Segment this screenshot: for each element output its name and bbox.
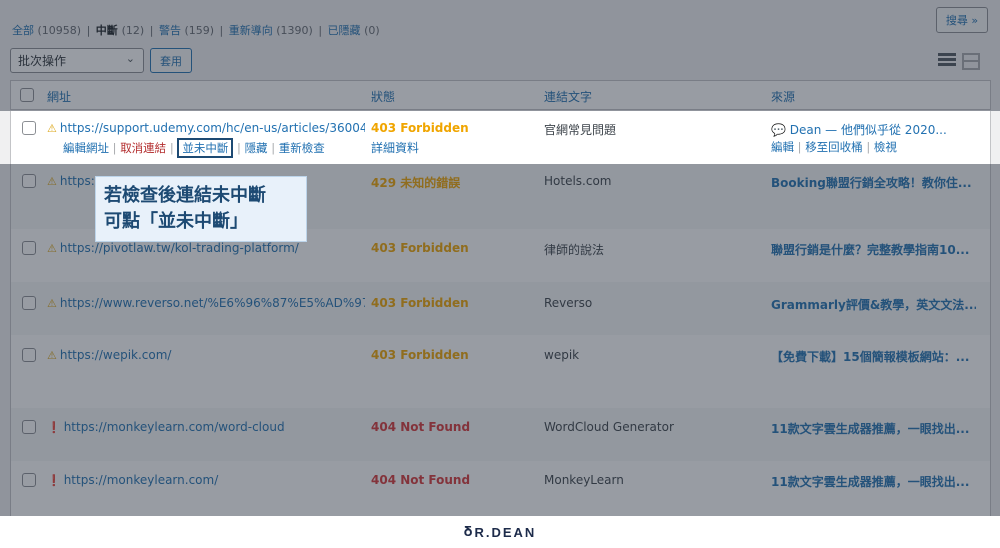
not-broken-link[interactable]: 並未中斷 [177,138,234,158]
source-actions: 編輯 | 移至回收桶 | 檢視 [771,140,897,154]
view-source-link[interactable]: 檢視 [874,140,897,154]
brand-logo-icon: 𝛅 [463,524,473,540]
annotation-callout: 若檢查後連結未中斷 可點「並未中斷」 [95,176,307,242]
dim-overlay-top [0,0,1000,111]
dismiss-link[interactable]: 隱藏 [245,141,268,155]
row-source-link[interactable]: 💬 Dean — 他們似乎從 2020... [771,121,971,138]
footer-watermark: 𝛅 R.DEAN [0,516,1000,548]
edit-url-link[interactable]: 編輯網址 [63,141,109,155]
callout-line-1: 若檢查後連結未中斷 [104,185,266,206]
row-actions: 編輯網址 | 取消連結 | 並未中斷 | 隱藏 | 重新檢查 [63,138,325,158]
unlink-link[interactable]: 取消連結 [120,141,166,155]
warning-icon: ⚠ [47,122,57,135]
recheck-link[interactable]: 重新檢查 [279,141,325,155]
edit-source-link[interactable]: 編輯 [771,140,794,154]
status-details-link[interactable]: 詳細資料 [371,139,419,156]
brand-logo-text: R.DEAN [474,524,537,540]
table-row: ⚠ https://support.udemy.com/hc/en-us/arti… [10,111,991,164]
trash-source-link[interactable]: 移至回收桶 [805,140,863,154]
callout-line-2: 可點「並未中斷」 [104,211,248,232]
row-url-link[interactable]: ⚠ https://support.udemy.com/hc/en-us/arti… [47,121,365,135]
row-link-text: 官網常見問題 [544,123,617,137]
comment-icon: 💬 [771,123,786,137]
row-checkbox[interactable] [22,121,36,135]
row-status: 403 Forbidden [371,121,469,135]
